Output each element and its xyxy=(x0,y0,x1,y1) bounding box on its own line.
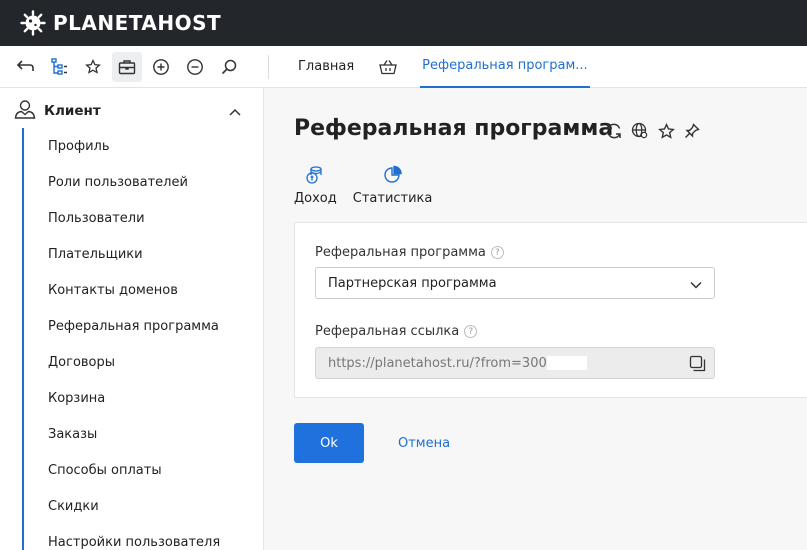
program-select[interactable]: Партнерская программа xyxy=(315,267,715,299)
main-content: Реферальная программа Доход Статистика Р… xyxy=(264,88,807,550)
help-icon[interactable]: ? xyxy=(490,246,504,259)
ok-button[interactable]: Ok xyxy=(294,423,364,463)
globe-settings-icon[interactable] xyxy=(627,121,653,141)
program-select-value: Партнерская программа xyxy=(328,275,497,291)
referral-link-value: https://planetahost.ru/?from=300 xyxy=(328,355,547,371)
copy-icon[interactable] xyxy=(689,355,706,376)
sidebar-item-orders[interactable]: Заказы xyxy=(24,416,263,452)
toolbar-divider xyxy=(268,54,269,79)
sidebar: Клиент Профиль Роли пользователей Пользо… xyxy=(0,88,264,550)
user-icon xyxy=(14,99,36,123)
link-label-text: Реферальная ссылка xyxy=(315,324,460,339)
program-field-label: Реферальная программа ? xyxy=(315,245,504,260)
chevron-up-icon[interactable] xyxy=(229,101,241,120)
search-icon[interactable] xyxy=(214,52,244,82)
sidebar-item-user-roles[interactable]: Роли пользователей xyxy=(24,164,263,200)
sidebar-item-contracts[interactable]: Договоры xyxy=(24,344,263,380)
sidebar-item-cart[interactable]: Корзина xyxy=(24,380,263,416)
program-label-text: Реферальная программа xyxy=(315,245,486,260)
tab-home[interactable]: Главная xyxy=(298,46,354,88)
chevron-down-icon xyxy=(690,278,702,293)
top-header: PLANETAHOST xyxy=(0,0,807,46)
brand-name: PLANETAHOST xyxy=(53,11,222,35)
planet-logo-icon xyxy=(20,10,46,36)
pin-icon[interactable] xyxy=(679,121,705,141)
sidebar-item-payment-methods[interactable]: Способы оплаты xyxy=(24,452,263,488)
sidebar-item-profile[interactable]: Профиль xyxy=(24,128,263,164)
referral-form: Реферальная программа ? Партнерская прог… xyxy=(294,222,807,398)
subtab-statistics-label: Статистика xyxy=(352,191,433,206)
toolbar: Главная Реферальная програм... xyxy=(0,46,807,88)
star-icon[interactable] xyxy=(78,52,108,82)
sidebar-item-users[interactable]: Пользователи xyxy=(24,200,263,236)
tree-icon[interactable] xyxy=(44,52,74,82)
subtab-income-label: Доход xyxy=(294,191,337,206)
coins-icon xyxy=(305,164,325,186)
brand-logo[interactable]: PLANETAHOST xyxy=(20,10,221,36)
sidebar-section-client[interactable]: Клиент xyxy=(0,88,263,133)
tab-referral-program[interactable]: Реферальная програм... xyxy=(420,46,590,88)
refresh-icon[interactable] xyxy=(601,121,627,141)
link-field-label: Реферальная ссылка ? xyxy=(315,324,478,339)
referral-link-field[interactable]: https://planetahost.ru/?from=300 xyxy=(315,347,715,379)
sidebar-item-payers[interactable]: Плательщики xyxy=(24,236,263,272)
cancel-button[interactable]: Отмена xyxy=(398,423,450,463)
sidebar-item-domain-contacts[interactable]: Контакты доменов xyxy=(24,272,263,308)
subtab-income[interactable]: Доход xyxy=(294,164,337,206)
pie-chart-icon xyxy=(383,164,403,186)
zoom-in-icon[interactable] xyxy=(146,52,176,82)
back-icon[interactable] xyxy=(10,52,40,82)
zoom-out-icon[interactable] xyxy=(180,52,210,82)
sidebar-section-label: Клиент xyxy=(44,102,101,119)
help-icon[interactable]: ? xyxy=(464,325,478,338)
sidebar-item-user-settings[interactable]: Настройки пользователя xyxy=(24,524,263,550)
subtab-statistics[interactable]: Статистика xyxy=(352,164,433,206)
star-icon[interactable] xyxy=(653,121,679,141)
subtabs: Доход Статистика xyxy=(294,164,432,206)
title-actions xyxy=(601,121,705,141)
sidebar-item-discounts[interactable]: Скидки xyxy=(24,488,263,524)
briefcase-icon[interactable] xyxy=(112,51,142,82)
basket-icon[interactable] xyxy=(378,46,398,88)
sidebar-items: Профиль Роли пользователей Пользователи … xyxy=(22,128,263,550)
redacted-mask xyxy=(546,356,587,370)
page-title: Реферальная программа xyxy=(294,116,614,141)
sidebar-item-referral-program[interactable]: Реферальная программа xyxy=(24,308,263,344)
